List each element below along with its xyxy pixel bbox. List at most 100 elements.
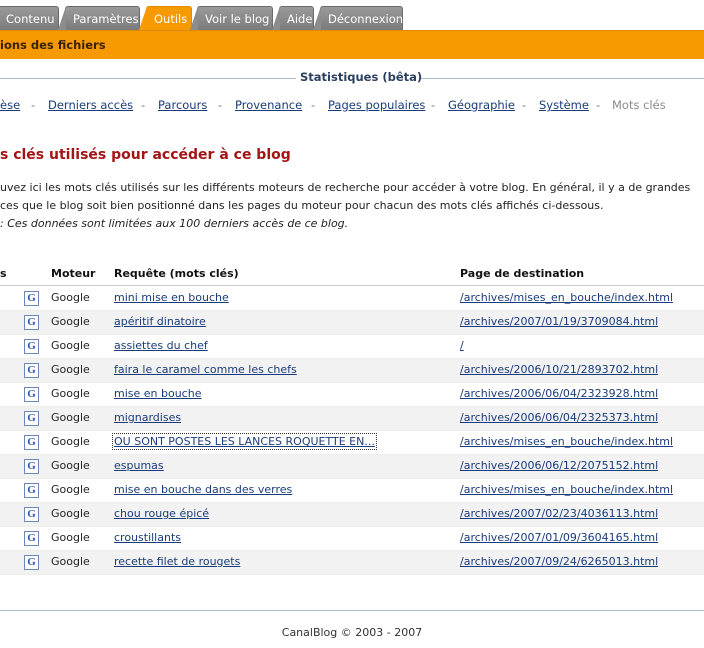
google-icon: G [24,555,39,570]
tab-label: Aide [287,12,313,26]
table-row: G Google mise en bouche dans des verres … [0,479,704,503]
subnav-separator: - [311,98,316,112]
engine-name: Google [51,531,90,544]
destination-link[interactable]: /archives/2006/06/12/2075152.html [460,459,658,472]
query-link[interactable]: assiettes du chef [114,339,208,352]
table-row: G Google apéritif dinatoire /archives/20… [0,311,704,335]
engine-name: Google [51,411,90,424]
subnav-mots-cles-current: Mots clés [612,98,666,112]
subnav-pages-populaires[interactable]: Pages populaires [328,98,425,112]
tab-label: Outils [154,12,188,26]
destination-link[interactable]: /archives/2006/06/04/2325373.html [460,411,658,424]
tab-label: Voir le blog [205,12,270,26]
engine-name: Google [51,387,90,400]
table-row: G Google OU SONT POSTES LES LANCES ROQUE… [0,431,704,455]
query-link[interactable]: espumas [114,459,164,472]
tools-submenu-bar: ions des fichiers [0,30,704,59]
destination-link[interactable]: /archives/mises_en_bouche/index.html [460,483,673,496]
engine-name: Google [51,339,90,352]
table-row: G Google mini mise en bouche /archives/m… [0,287,704,311]
destination-link[interactable]: /archives/2007/02/23/4036113.html [460,507,658,520]
tab-contenu[interactable]: Contenu [0,6,59,30]
subnav-separator: - [522,98,527,112]
subnav-separator: - [218,98,223,112]
engine-name: Google [51,459,90,472]
destination-link[interactable]: /archives/2007/01/09/3604165.html [460,531,658,544]
destination-link[interactable]: /archives/2006/10/21/2893702.html [460,363,658,376]
table-row: G Google croustillants /archives/2007/01… [0,527,704,551]
tab-deconnexion[interactable]: Déconnexion [313,6,404,30]
query-link[interactable]: mignardises [114,411,181,424]
keywords-table-header: s Moteur Requête (mots clés) Page de des… [0,262,704,286]
subnav-provenance[interactable]: Provenance [235,98,302,112]
query-link[interactable]: apéritif dinatoire [114,315,206,328]
query-link-focused[interactable]: OU SONT POSTES LES LANCES ROQUETTE EN... [112,433,377,450]
query-link[interactable]: mise en bouche dans des verres [114,483,292,496]
google-icon: G [24,459,39,474]
subnav-geographie[interactable]: Géographie [448,98,515,112]
google-icon: G [24,531,39,546]
engine-name: Google [51,291,90,304]
destination-link[interactable]: / [460,339,464,352]
subnav-parcours[interactable]: Parcours [158,98,207,112]
tab-outils[interactable]: Outils [139,6,192,30]
table-row: G Google assiettes du chef / [0,335,704,359]
section-divider-left [0,78,296,79]
table-row: G Google chou rouge épicé /archives/2007… [0,503,704,527]
google-icon: G [24,339,39,354]
stats-subnav: èse - Derniers accès - Parcours - Proven… [0,98,704,114]
table-row: G Google recette filet de rougets /archi… [0,551,704,575]
header-page-destination: Page de destination [460,267,585,280]
destination-link[interactable]: /archives/mises_en_bouche/index.html [460,291,673,304]
engine-name: Google [51,483,90,496]
google-icon: G [24,363,39,378]
query-link[interactable]: mise en bouche [114,387,201,400]
intro-line-1: uvez ici les mots clés utilisés sur les … [0,181,691,194]
query-link[interactable]: faira le caramel comme les chefs [114,363,297,376]
intro-line-2: ces que le blog soit bien positionné dan… [0,199,604,212]
section-title: Statistiques (bêta) [300,70,423,84]
tab-parametres[interactable]: Paramètres [58,6,140,30]
tab-voir-le-blog[interactable]: Voir le blog [190,6,273,30]
table-row: G Google mise en bouche /archives/2006/0… [0,383,704,407]
tab-label: Paramètres [73,12,139,26]
table-row: G Google mignardises /archives/2006/06/0… [0,407,704,431]
google-icon: G [24,411,39,426]
google-icon: G [24,507,39,522]
section-divider-right [420,78,704,79]
header-requete: Requête (mots clés) [114,267,239,280]
destination-link[interactable]: /archives/2007/01/19/3709084.html [460,315,658,328]
page-heading: s clés utilisés pour accéder à ce blog [0,147,291,163]
submenu-item-fichiers[interactable]: ions des fichiers [0,38,106,52]
destination-link[interactable]: /archives/2007/09/24/6265013.html [460,555,658,568]
subnav-derniers-acces[interactable]: Derniers accès [48,98,133,112]
subnav-separator: - [431,98,436,112]
subnav-systeme[interactable]: Système [539,98,589,112]
query-link[interactable]: croustillants [114,531,181,544]
subnav-separator: - [31,98,36,112]
engine-name: Google [51,315,90,328]
google-icon: G [24,387,39,402]
engine-name: Google [51,507,90,520]
query-link[interactable]: mini mise en bouche [114,291,229,304]
intro-text: uvez ici les mots clés utilisés sur les … [0,180,704,234]
footer-divider [0,610,704,611]
tab-label: Déconnexion [328,12,404,26]
tab-aide[interactable]: Aide [272,6,314,30]
destination-link[interactable]: /archives/mises_en_bouche/index.html [460,435,673,448]
subnav-separator: - [141,98,146,112]
destination-link[interactable]: /archives/2006/06/04/2323928.html [460,387,658,400]
google-icon: G [24,291,39,306]
table-row: G Google espumas /archives/2006/06/12/20… [0,455,704,479]
tab-label: Contenu [6,12,55,26]
google-icon: G [24,315,39,330]
engine-name: Google [51,435,90,448]
query-link[interactable]: chou rouge épicé [114,507,209,520]
subnav-synthese[interactable]: èse [0,98,20,112]
subnav-separator: - [596,98,601,112]
intro-note: : Ces données sont limitées aux 100 dern… [0,217,349,230]
engine-name: Google [51,363,90,376]
top-tab-bar: Contenu Paramètres Outils Voir le blog A… [0,0,704,30]
query-link[interactable]: recette filet de rougets [114,555,240,568]
keywords-table-body: G Google mini mise en bouche /archives/m… [0,287,704,575]
